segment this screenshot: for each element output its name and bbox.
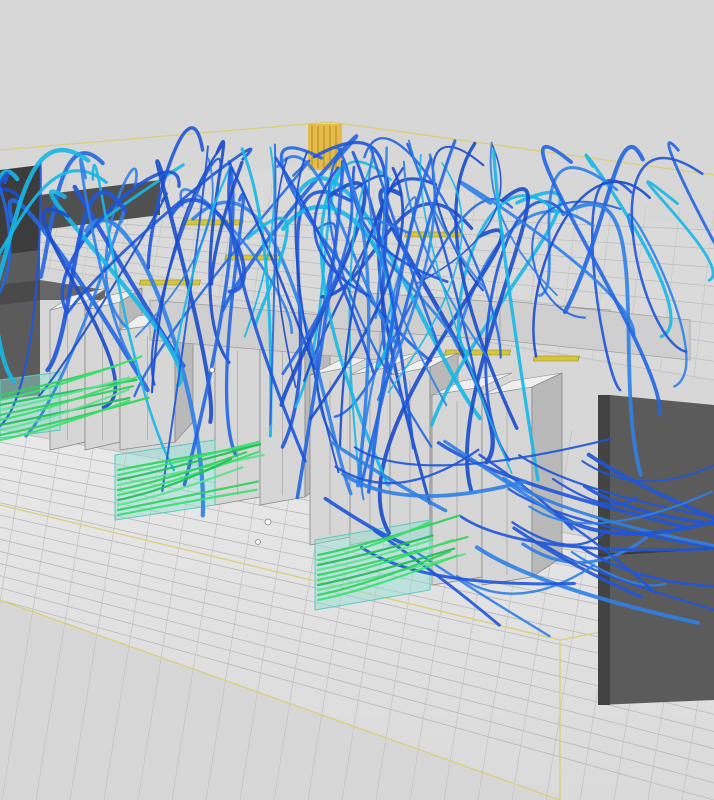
cfd-airflow-viewport[interactable] [0,0,714,800]
